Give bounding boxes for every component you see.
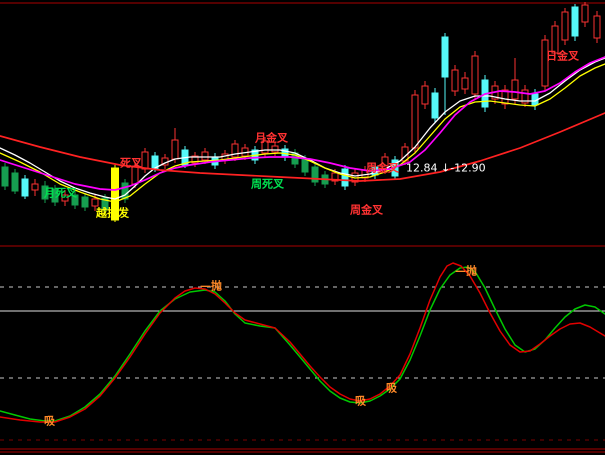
candle-body xyxy=(202,152,208,160)
candle-body xyxy=(562,12,568,40)
candle-body xyxy=(22,179,28,196)
candle-body xyxy=(82,197,88,207)
candle-body xyxy=(302,159,308,172)
candle-body xyxy=(442,37,448,77)
candle-body xyxy=(452,70,458,91)
chart-annotation: 吸 xyxy=(44,416,55,427)
chart-annotation: —抛 xyxy=(455,266,477,277)
candle-body xyxy=(512,80,518,99)
candle-body xyxy=(272,146,278,152)
candle-body xyxy=(594,16,600,38)
candle-body xyxy=(142,152,148,169)
candle-body xyxy=(172,140,178,159)
candle-body xyxy=(542,40,548,86)
candle-body xyxy=(312,167,318,182)
chart-annotation: —抛 xyxy=(200,281,222,292)
candle-body xyxy=(12,173,18,191)
chart-annotation: 越拉发 xyxy=(96,208,129,219)
stock-chart-screen: 死叉月死叉越拉发月金叉周死叉周金叉周金叉12.84 ↓-12.90日金叉—抛—抛… xyxy=(0,0,605,455)
chart-annotation: 月金叉 xyxy=(255,133,288,144)
candle-body xyxy=(432,93,438,118)
candle-body xyxy=(422,86,428,104)
candle-body xyxy=(472,56,478,94)
chart-annotation: 12.84 ↓-12.90 xyxy=(406,163,486,174)
chart-annotation: 周金叉 xyxy=(350,205,383,216)
K-line xyxy=(0,267,605,421)
candle-body xyxy=(2,167,8,186)
candle-body xyxy=(572,7,578,36)
chart-annotation: 死叉 xyxy=(120,158,142,169)
chart-annotation: 吸 xyxy=(386,383,397,394)
chart-annotation: 吸 xyxy=(355,396,366,407)
candle-body xyxy=(342,169,348,186)
chart-annotation: 周金叉 xyxy=(366,163,399,174)
chart-canvas[interactable] xyxy=(0,0,605,455)
chart-annotation: 日金叉 xyxy=(546,51,579,62)
chart-annotation: 周死叉 xyxy=(251,179,284,190)
candle-body xyxy=(582,5,588,22)
chart-annotation: 月死叉 xyxy=(44,188,77,199)
candle-body xyxy=(462,78,468,89)
candle-body xyxy=(32,184,38,190)
candle-body xyxy=(412,95,418,148)
candle-body xyxy=(92,199,98,206)
